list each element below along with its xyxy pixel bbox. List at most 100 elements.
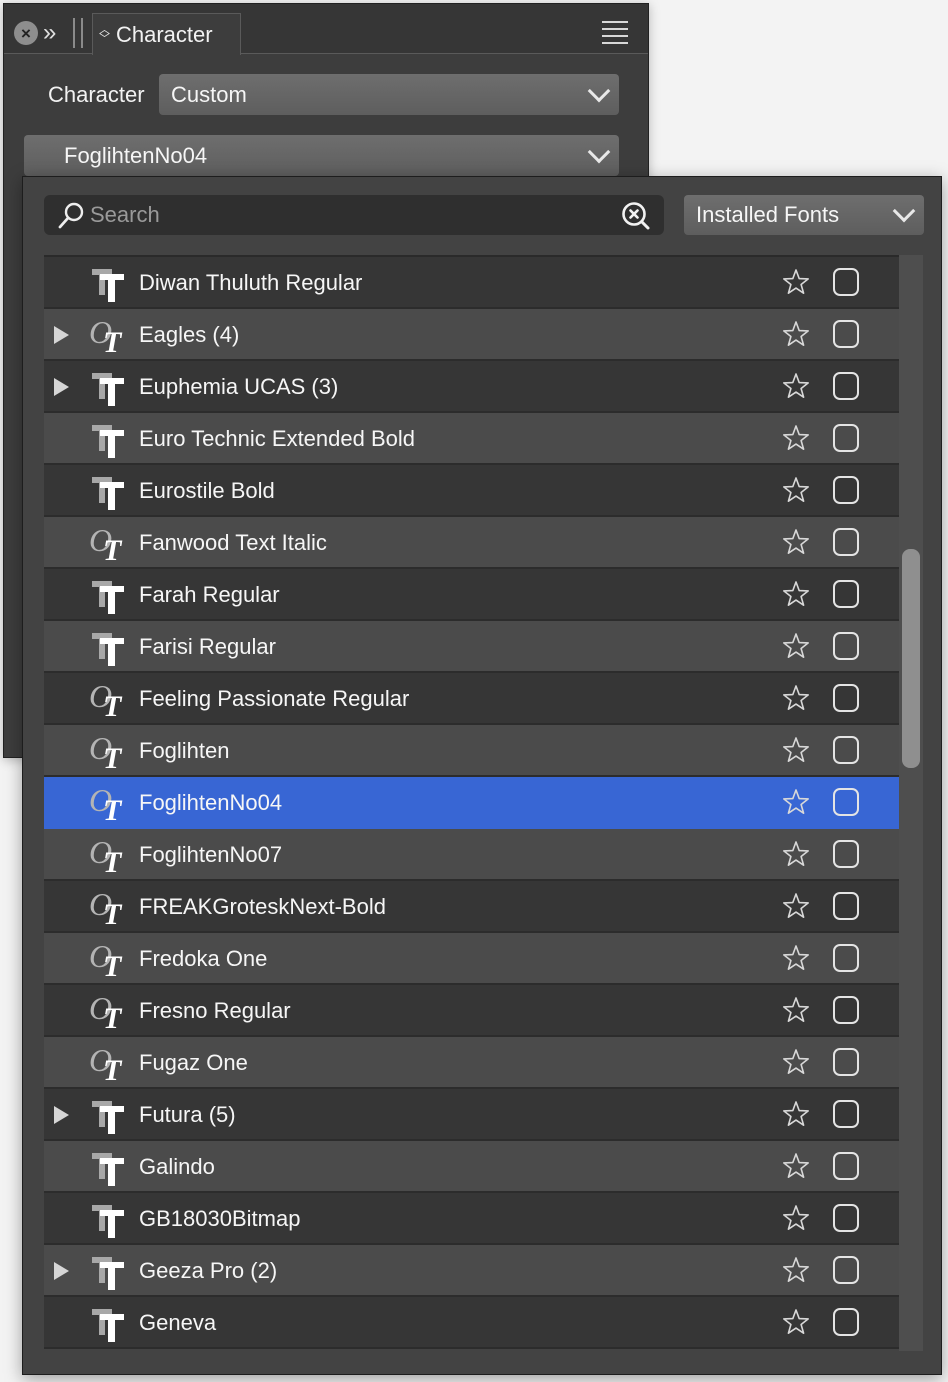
scrollbar[interactable]	[899, 255, 923, 1351]
font-list-item[interactable]: Futura (5)	[44, 1089, 899, 1141]
font-source-dropdown[interactable]: Installed Fonts	[684, 195, 924, 235]
collapse-icon[interactable]: »	[43, 18, 56, 48]
disclosure-triangle-icon[interactable]	[54, 378, 69, 396]
font-name: FoglihtenNo07	[139, 842, 283, 867]
checkbox[interactable]	[833, 788, 859, 816]
checkbox[interactable]	[833, 1152, 859, 1180]
checkbox[interactable]	[833, 736, 859, 764]
font-name: Euphemia UCAS (3)	[139, 374, 339, 399]
grip-icon[interactable]	[73, 18, 84, 48]
checkbox[interactable]	[833, 684, 859, 712]
tab-character[interactable]: ︿ ﹀ Character	[92, 13, 241, 55]
font-list-item[interactable]: OT Feeling Passionate Regular	[44, 673, 899, 725]
checkbox[interactable]	[833, 268, 859, 296]
star-icon[interactable]	[782, 1100, 810, 1128]
checkbox[interactable]	[833, 1048, 859, 1076]
star-icon[interactable]	[782, 788, 810, 816]
font-list-item[interactable]: GB18030Bitmap	[44, 1193, 899, 1245]
star-icon[interactable]	[782, 1308, 810, 1336]
star-icon[interactable]	[782, 996, 810, 1024]
star-icon[interactable]	[782, 372, 810, 400]
clear-search-icon[interactable]	[620, 200, 652, 232]
font-list-item[interactable]: Geeza Pro (2)	[44, 1245, 899, 1297]
disclosure-triangle-icon[interactable]	[54, 326, 69, 344]
star-icon[interactable]	[782, 580, 810, 608]
checkbox[interactable]	[833, 892, 859, 920]
star-icon[interactable]	[782, 840, 810, 868]
checkbox[interactable]	[833, 1308, 859, 1336]
opentype-font-icon: OT	[89, 731, 123, 771]
star-icon[interactable]	[782, 944, 810, 972]
svg-text:T: T	[103, 326, 123, 355]
font-list: Diwan Thuluth Regular OT Eagles (4) Euph…	[44, 255, 899, 1351]
checkbox[interactable]	[833, 580, 859, 608]
font-name: Fredoka One	[139, 946, 268, 971]
search-input[interactable]	[90, 195, 590, 235]
star-icon[interactable]	[782, 320, 810, 348]
checkbox[interactable]	[833, 1100, 859, 1128]
font-list-item[interactable]: Farah Regular	[44, 569, 899, 621]
checkbox[interactable]	[833, 944, 859, 972]
font-list-item[interactable]: Geneva	[44, 1297, 899, 1349]
character-style-value: Custom	[171, 81, 247, 107]
checkbox[interactable]	[833, 528, 859, 556]
checkbox[interactable]	[833, 372, 859, 400]
star-icon[interactable]	[782, 1256, 810, 1284]
disclosure-triangle-icon[interactable]	[54, 1262, 69, 1280]
close-icon[interactable]: ×	[14, 21, 38, 45]
font-list-item[interactable]: Galindo	[44, 1141, 899, 1193]
star-icon[interactable]	[782, 1204, 810, 1232]
checkbox[interactable]	[833, 840, 859, 868]
font-list-item[interactable]: OT Fredoka One	[44, 933, 899, 985]
font-list-item[interactable]: OT FoglihtenNo07	[44, 829, 899, 881]
font-name: Foglihten	[139, 738, 230, 763]
font-list-item[interactable]: Diwan Thuluth Regular	[44, 257, 899, 309]
svg-text:T: T	[103, 950, 123, 979]
font-list-item[interactable]: OT Fugaz One	[44, 1037, 899, 1089]
font-list-item[interactable]: OT Eagles (4)	[44, 309, 899, 361]
star-icon[interactable]	[782, 268, 810, 296]
font-list-item[interactable]: OT Foglihten	[44, 725, 899, 777]
chevron-down-icon	[587, 79, 611, 102]
font-family-dropdown[interactable]: FoglihtenNo04	[24, 135, 619, 176]
hamburger-menu-icon[interactable]	[602, 21, 628, 45]
star-icon[interactable]	[782, 528, 810, 556]
font-name: Galindo	[139, 1154, 215, 1179]
checkbox[interactable]	[833, 476, 859, 504]
font-list-item[interactable]: Farisi Regular	[44, 621, 899, 673]
star-icon[interactable]	[782, 684, 810, 712]
scrollbar-thumb[interactable]	[902, 548, 920, 768]
checkbox[interactable]	[833, 1204, 859, 1232]
search-field[interactable]	[44, 195, 664, 235]
truetype-font-icon	[92, 633, 124, 666]
chevron-down-icon	[892, 199, 916, 223]
font-list-item[interactable]: OT FoglihtenNo04	[44, 777, 899, 829]
svg-text:T: T	[103, 794, 123, 823]
font-list-item[interactable]: OT Fresno Regular	[44, 985, 899, 1037]
font-list-item[interactable]: Euro Technic Extended Bold	[44, 413, 899, 465]
star-icon[interactable]	[782, 1152, 810, 1180]
checkbox[interactable]	[833, 632, 859, 660]
star-icon[interactable]	[782, 892, 810, 920]
font-list-item[interactable]: OT Fanwood Text Italic	[44, 517, 899, 569]
checkbox[interactable]	[833, 320, 859, 348]
truetype-font-icon	[92, 1153, 124, 1186]
star-icon[interactable]	[782, 476, 810, 504]
font-name: FoglihtenNo04	[139, 790, 283, 815]
font-list-item[interactable]: OT FREAKGroteskNext-Bold	[44, 881, 899, 933]
svg-text:T: T	[103, 898, 123, 927]
svg-text:T: T	[103, 742, 123, 771]
font-list-item[interactable]: Euphemia UCAS (3)	[44, 361, 899, 413]
checkbox[interactable]	[833, 424, 859, 452]
star-icon[interactable]	[782, 424, 810, 452]
checkbox[interactable]	[833, 1256, 859, 1284]
star-icon[interactable]	[782, 1048, 810, 1076]
star-icon[interactable]	[782, 736, 810, 764]
font-name: Farisi Regular	[139, 634, 276, 659]
star-icon[interactable]	[782, 632, 810, 660]
disclosure-triangle-icon[interactable]	[54, 1106, 69, 1124]
checkbox[interactable]	[833, 996, 859, 1024]
font-list-item[interactable]: Eurostile Bold	[44, 465, 899, 517]
character-style-dropdown[interactable]: Custom	[159, 74, 619, 115]
font-name: Geneva	[139, 1310, 217, 1335]
